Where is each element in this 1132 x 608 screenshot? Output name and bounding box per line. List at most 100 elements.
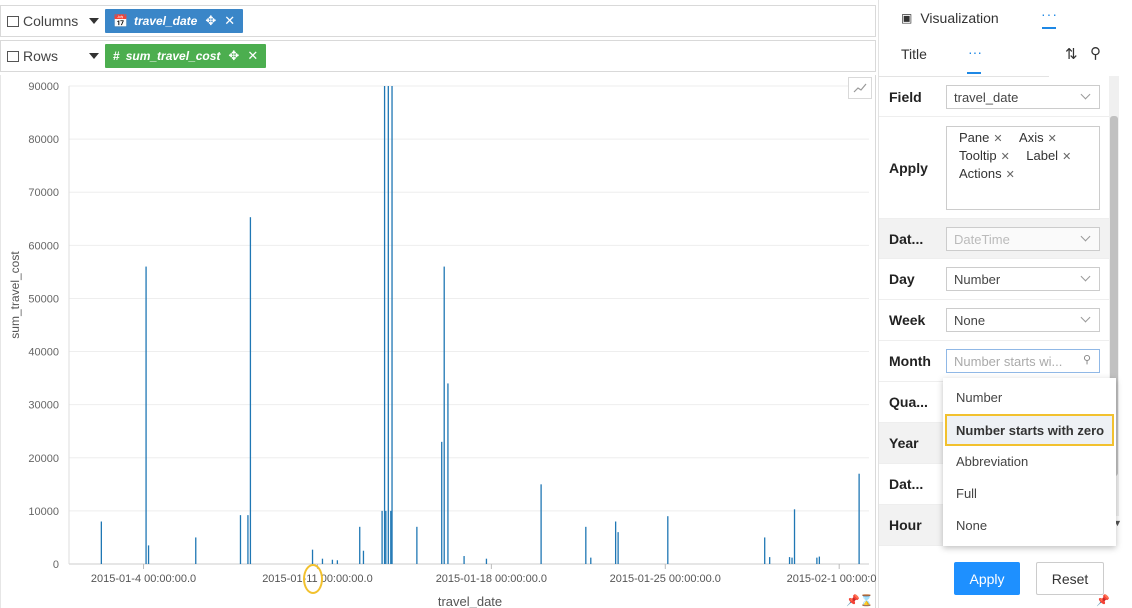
quarter-label: Qua...: [889, 394, 928, 410]
bar[interactable]: [383, 86, 386, 564]
bar[interactable]: [362, 550, 365, 564]
bar[interactable]: [791, 557, 793, 564]
option-none-label: None: [956, 517, 988, 533]
close-icon[interactable]: ✕: [1006, 169, 1015, 181]
bar[interactable]: [239, 515, 242, 564]
bar[interactable]: [463, 556, 465, 564]
area-chart-icon: ▣: [901, 11, 913, 25]
close-icon[interactable]: ✕: [224, 13, 235, 29]
trend-line-button[interactable]: [848, 77, 872, 99]
columns-shelf[interactable]: Columns 📅 travel_date ✥ ✕: [0, 5, 876, 37]
bar[interactable]: [145, 266, 147, 564]
bar[interactable]: [764, 537, 766, 564]
bar[interactable]: [590, 557, 592, 564]
chip-label[interactable]: Label ✕: [1026, 148, 1071, 163]
option-number-starts-with-zero[interactable]: Number starts with zero: [945, 414, 1114, 446]
bar[interactable]: [585, 526, 587, 564]
close-icon[interactable]: ✕: [1062, 151, 1071, 163]
rows-shelf[interactable]: Rows # sum_travel_cost ✥ ✕: [0, 40, 876, 72]
bar[interactable]: [443, 266, 445, 564]
close-icon[interactable]: ✕: [993, 133, 1002, 145]
close-icon[interactable]: ✕: [1001, 151, 1010, 163]
x-tick-label: 2015-02-1 00:00:00.0: [787, 573, 877, 585]
bar[interactable]: [441, 441, 443, 564]
columns-shelf-label[interactable]: Columns: [1, 13, 105, 29]
search-icon[interactable]: ⚲: [1090, 44, 1101, 62]
close-icon[interactable]: ✕: [1048, 133, 1057, 145]
caret-down-icon[interactable]: [89, 18, 99, 24]
bar[interactable]: [816, 557, 818, 564]
apply-button[interactable]: Apply: [954, 562, 1020, 595]
chip-pane[interactable]: Pane ✕: [959, 130, 1003, 145]
day-label: Day: [889, 271, 915, 287]
bar[interactable]: [336, 560, 339, 564]
drag-handle-icon[interactable]: ✥: [205, 13, 216, 29]
chart-corner-icons: 📌⌛: [846, 594, 873, 607]
field-select[interactable]: travel_date: [946, 85, 1100, 109]
bar[interactable]: [385, 510, 387, 564]
row-month: Month Number starts wi... ⚲: [879, 341, 1109, 382]
bar[interactable]: [321, 558, 324, 564]
chart-frame: 90000 80000 70000 60000 50000 40000 30000 20000…: [0, 75, 877, 608]
bar[interactable]: [416, 526, 418, 564]
bar[interactable]: [540, 484, 542, 564]
bar[interactable]: [100, 521, 102, 564]
bar[interactable]: [359, 526, 361, 564]
caret-down-icon[interactable]: [89, 53, 99, 59]
pin-icon[interactable]: 📌: [846, 595, 860, 607]
bar[interactable]: [390, 510, 392, 564]
day-select[interactable]: Number: [946, 267, 1100, 291]
bar[interactable]: [485, 558, 488, 564]
row-pill-label: sum_travel_cost: [125, 49, 221, 63]
tab-visualization[interactable]: ▣ Visualization: [879, 10, 999, 26]
bar[interactable]: [788, 557, 791, 564]
bar[interactable]: [391, 86, 393, 564]
bar[interactable]: [311, 549, 314, 564]
bar[interactable]: [858, 473, 860, 564]
month-select-search[interactable]: Number starts wi... ⚲: [946, 349, 1100, 373]
tab-sub-more[interactable]: ···: [968, 44, 982, 60]
tab-more[interactable]: ···: [1041, 6, 1058, 22]
bar[interactable]: [447, 383, 449, 564]
tab-title[interactable]: Title: [901, 46, 927, 62]
chip-axis[interactable]: Axis ✕: [1019, 130, 1057, 145]
option-none[interactable]: None: [943, 509, 1116, 541]
bar[interactable]: [793, 509, 796, 564]
rows-shelf-label[interactable]: Rows: [1, 48, 105, 64]
bar[interactable]: [769, 557, 771, 564]
y-tick-label: 80000: [28, 134, 59, 146]
bar[interactable]: [249, 217, 252, 564]
bar[interactable]: [147, 545, 150, 564]
bar[interactable]: [614, 521, 617, 564]
week-select[interactable]: None: [946, 308, 1100, 332]
sort-icon[interactable]: ⇅: [1065, 45, 1078, 63]
column-pill-travel-date[interactable]: 📅 travel_date ✥ ✕: [105, 9, 244, 33]
chip-actions[interactable]: Actions ✕: [959, 166, 1015, 181]
row-week: Week None: [879, 300, 1109, 341]
option-full[interactable]: Full: [943, 477, 1116, 509]
option-abbreviation[interactable]: Abbreviation: [943, 445, 1116, 477]
close-icon[interactable]: ✕: [247, 48, 258, 64]
y-tick-label: 10000: [28, 506, 59, 518]
grid-lines: [68, 85, 869, 565]
apply-targets-box[interactable]: Pane ✕ Axis ✕ Tooltip ✕ Label ✕ Actions ✕: [946, 126, 1100, 210]
bar[interactable]: [667, 516, 669, 564]
option-number[interactable]: Number: [943, 381, 1116, 413]
month-search-placeholder: Number starts wi...: [954, 353, 1063, 369]
pin-icon[interactable]: 📌: [1096, 594, 1110, 607]
bar[interactable]: [381, 510, 383, 564]
y-tick-label: 20000: [28, 453, 59, 465]
bar[interactable]: [247, 515, 249, 564]
bar[interactable]: [195, 537, 197, 564]
hash-icon: #: [113, 49, 120, 63]
bar[interactable]: [818, 556, 821, 564]
chip-tooltip[interactable]: Tooltip ✕: [959, 148, 1010, 163]
row-pill-sum-travel-cost[interactable]: # sum_travel_cost ✥ ✕: [105, 44, 267, 68]
bar[interactable]: [387, 86, 389, 564]
chevron-down-icon: [1080, 89, 1091, 100]
bar[interactable]: [331, 559, 334, 564]
bar[interactable]: [617, 532, 619, 564]
drag-handle-icon[interactable]: ✥: [228, 48, 239, 64]
highlight-circle: [303, 564, 323, 594]
reset-button[interactable]: Reset: [1036, 562, 1104, 595]
